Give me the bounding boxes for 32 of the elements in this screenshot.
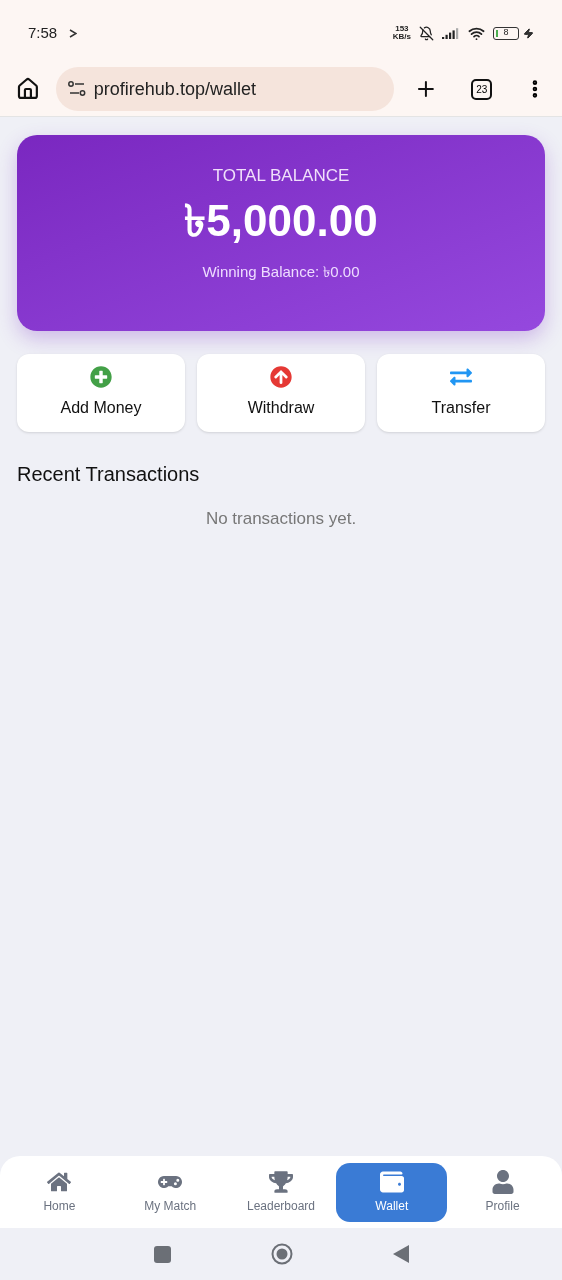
nav-tab[interactable]: Home [4, 1162, 115, 1222]
section-heading: Recent Transactions [17, 462, 201, 487]
action-button[interactable]: Add Money [17, 354, 185, 432]
status-time: 7:58 [28, 22, 58, 43]
nav-tab[interactable]: My Match [114, 1162, 226, 1222]
transfer-arrows-icon [450, 366, 472, 388]
winning-balance: Winning Balance: ৳0.00 [202, 261, 360, 282]
action-button[interactable]: Withdraw [197, 354, 365, 432]
charging-icon [523, 27, 534, 39]
recents-icon[interactable] [153, 1245, 171, 1263]
address-bar[interactable]: profirehub.top/wallet [55, 67, 395, 111]
nav-tab[interactable]: Wallet [336, 1162, 448, 1222]
back-icon[interactable] [392, 1245, 409, 1263]
action-button[interactable]: Transfer [377, 354, 545, 432]
signal-icon [442, 27, 460, 39]
balance-title: TOTAL BALANCE [212, 165, 350, 187]
empty-message: No transactions yet. [204, 508, 358, 530]
balance-amount: ৳5,000.00 [184, 194, 378, 247]
muted-bell-icon [419, 25, 434, 41]
trophy-icon [269, 1169, 293, 1194]
site-settings-icon[interactable] [67, 81, 86, 97]
nav-tab[interactable]: Profile [447, 1162, 558, 1222]
home-icon[interactable] [16, 77, 40, 101]
network-speed: 153 KB/s [392, 25, 411, 41]
url-text: profirehub.top/wallet [93, 77, 256, 101]
wallet-icon [379, 1169, 404, 1194]
tab-count-button[interactable]: 23 [471, 78, 493, 100]
battery-icon: 8 [493, 26, 519, 40]
home-circle-icon[interactable] [270, 1243, 293, 1265]
play-icon [69, 28, 78, 38]
person-icon [490, 1169, 515, 1194]
nav-tab[interactable]: Leaderboard [225, 1162, 337, 1222]
